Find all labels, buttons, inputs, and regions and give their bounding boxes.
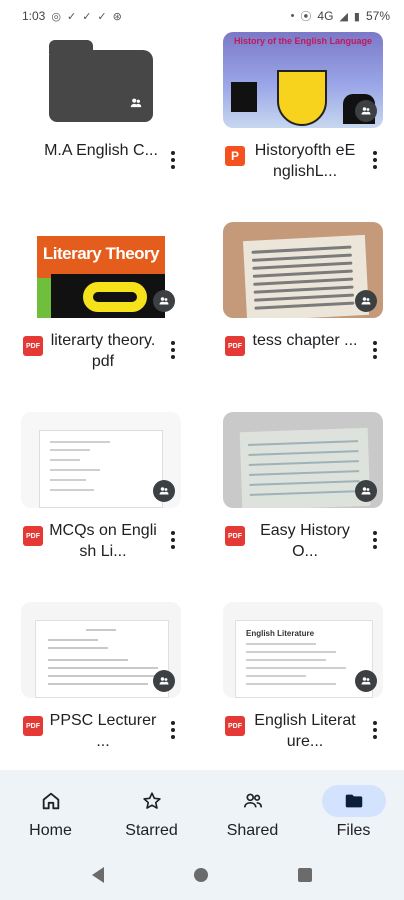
status-time: 1:03: [22, 9, 46, 23]
shared-icon: [355, 290, 377, 312]
home-icon: [19, 785, 83, 817]
bottom-navigation: Home Starred Shared Files: [0, 770, 404, 850]
file-name[interactable]: Easy History O...: [251, 520, 359, 562]
shared-icon: [130, 98, 142, 108]
file-item[interactable]: English Literature PDF English Literatur…: [223, 602, 385, 772]
file-item[interactable]: PDF tess chapter ...: [223, 222, 385, 392]
vibrate-icon: ⦿: [300, 11, 312, 23]
system-navigation-bar: [0, 850, 404, 900]
pdf-file-icon: PDF: [225, 716, 245, 736]
file-name[interactable]: MCQs on English Li...: [49, 520, 157, 562]
file-thumbnail[interactable]: English Literature: [223, 602, 383, 698]
status-right: • ⦿ 4G ◢ ▮ 57%: [291, 8, 390, 24]
file-thumbnail[interactable]: [21, 412, 181, 508]
file-thumbnail[interactable]: Literary Theory: [21, 222, 181, 318]
download-done-icon: ✓: [82, 10, 92, 23]
nav-shared[interactable]: Shared: [202, 770, 303, 850]
star-icon: [120, 785, 184, 817]
file-meta: PDF PPSC Lecturer ...: [21, 710, 183, 758]
file-name[interactable]: M.A English C...: [39, 140, 163, 161]
thumbnail-text: Literary Theory: [42, 244, 160, 263]
home-circle-icon[interactable]: [194, 868, 208, 882]
pdf-file-icon: PDF: [225, 336, 245, 356]
more-options-button[interactable]: [165, 528, 181, 552]
thumbnail-text: History of the English Language: [233, 36, 372, 46]
signal-icon: ◢: [339, 10, 348, 23]
nav-starred[interactable]: Starred: [101, 770, 202, 850]
dot-icon: •: [290, 10, 295, 22]
recents-icon[interactable]: [298, 868, 312, 882]
shared-icon: [153, 670, 175, 692]
more-options-button[interactable]: [367, 718, 383, 742]
nav-label: Starred: [125, 822, 178, 839]
file-meta: PDF MCQs on English Li...: [21, 520, 183, 568]
file-item[interactable]: PDF PPSC Lecturer ...: [21, 602, 183, 772]
file-item[interactable]: PDF MCQs on English Li...: [21, 412, 183, 582]
shared-icon: [355, 670, 377, 692]
nav-label: Shared: [226, 822, 279, 839]
pdf-file-icon: PDF: [23, 716, 43, 736]
download-done-icon: ✓: [66, 10, 77, 23]
vpn-icon: ⊛: [112, 10, 122, 23]
nav-home[interactable]: Home: [0, 770, 101, 850]
file-name[interactable]: literarty theory.pdf: [49, 330, 157, 372]
nav-label: Home: [29, 822, 72, 839]
more-options-button[interactable]: [165, 718, 181, 742]
folder-icon: [49, 40, 153, 122]
nav-files[interactable]: Files: [303, 770, 404, 850]
file-thumbnail[interactable]: [223, 222, 383, 318]
folder-icon: [321, 785, 386, 817]
file-name[interactable]: Historyofth eEnglishL...: [251, 140, 359, 182]
nav-label: Files: [336, 822, 371, 839]
more-options-button[interactable]: [367, 148, 383, 172]
file-item[interactable]: Literary Theory PDF literarty theory.pdf: [21, 222, 183, 392]
file-item-folder[interactable]: M.A English C...: [21, 32, 183, 202]
file-meta: PDF tess chapter ...: [223, 330, 385, 378]
slides-file-icon: P: [225, 146, 245, 166]
back-icon[interactable]: [92, 867, 104, 883]
whatsapp-icon: ◎: [51, 10, 61, 23]
more-options-button[interactable]: [165, 338, 181, 362]
file-item[interactable]: History of the English Language P Histor…: [223, 32, 385, 202]
file-thumbnail[interactable]: [21, 602, 181, 698]
shared-icon: [355, 480, 377, 502]
file-name[interactable]: English Literature...: [251, 710, 359, 752]
file-meta: PDF English Literature...: [223, 710, 385, 758]
file-meta: P Historyofth eEnglishL...: [223, 140, 385, 188]
pdf-file-icon: PDF: [23, 336, 43, 356]
more-options-button[interactable]: [165, 148, 181, 172]
shared-people-icon: [221, 785, 285, 817]
file-meta: PDF literarty theory.pdf: [21, 330, 183, 378]
file-thumbnail[interactable]: [223, 412, 383, 508]
thumbnail-text: English Literature: [246, 629, 315, 638]
folder-thumbnail[interactable]: [21, 32, 181, 128]
status-bar: 1:03 ◎ ✓ ✓ ✓ ⊛ • ⦿ 4G ◢ ▮ 57%: [0, 0, 404, 32]
file-meta: M.A English C...: [21, 140, 183, 188]
shared-icon: [153, 480, 175, 502]
file-item[interactable]: PDF Easy History O...: [223, 412, 385, 582]
file-grid: M.A English C... History of the English …: [0, 32, 404, 770]
file-meta: PDF Easy History O...: [223, 520, 385, 568]
file-name[interactable]: PPSC Lecturer ...: [49, 710, 157, 752]
pdf-file-icon: PDF: [225, 526, 245, 546]
pdf-file-icon: PDF: [23, 526, 43, 546]
battery-level: 57%: [365, 9, 390, 23]
network-type: 4G: [317, 9, 334, 23]
shared-icon: [153, 290, 175, 312]
status-left: 1:03 ◎ ✓ ✓ ✓ ⊛: [22, 9, 122, 23]
download-done-icon: ✓: [97, 10, 107, 23]
battery-icon: ▮: [353, 10, 360, 23]
file-name[interactable]: tess chapter ...: [251, 330, 359, 351]
more-options-button[interactable]: [367, 338, 383, 362]
more-options-button[interactable]: [367, 528, 383, 552]
shared-icon: [355, 100, 377, 122]
file-thumbnail[interactable]: History of the English Language: [223, 32, 383, 128]
